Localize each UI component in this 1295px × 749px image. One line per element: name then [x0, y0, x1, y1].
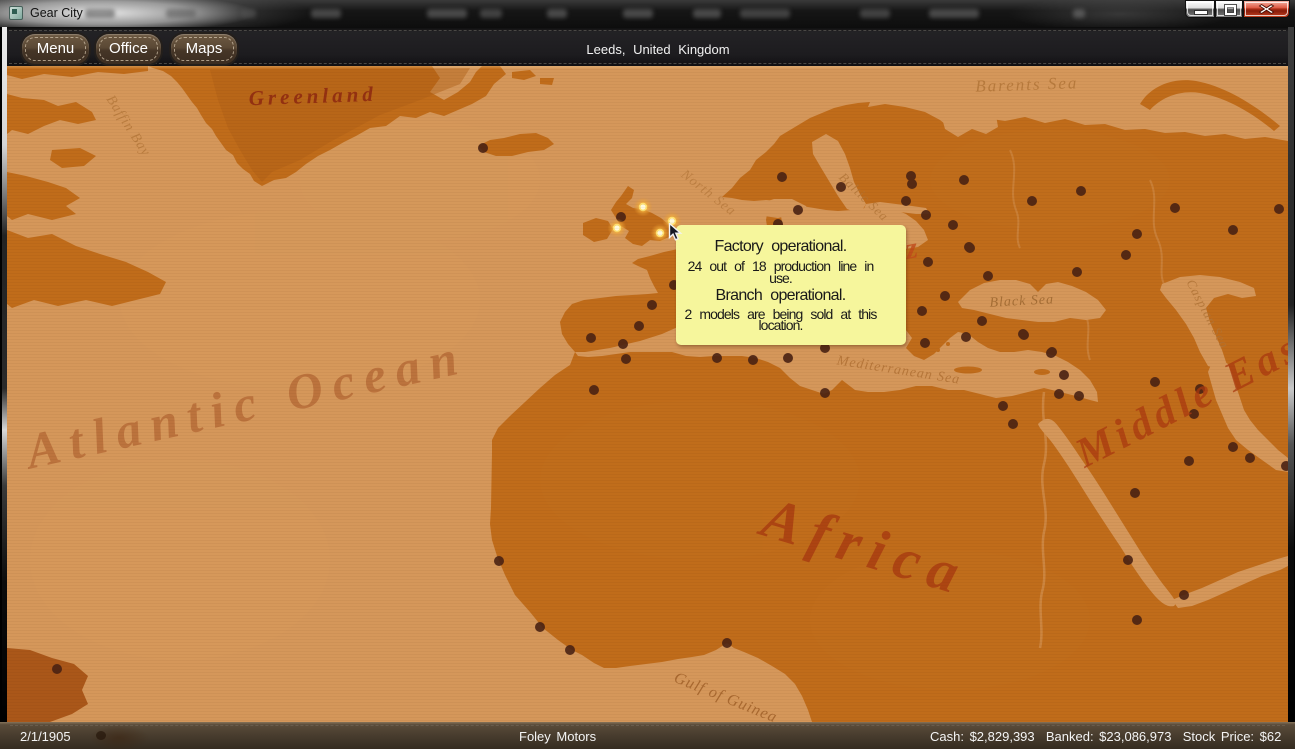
svg-text:Greenland: Greenland — [248, 82, 377, 110]
svg-text:Barents Sea: Barents Sea — [975, 73, 1079, 96]
